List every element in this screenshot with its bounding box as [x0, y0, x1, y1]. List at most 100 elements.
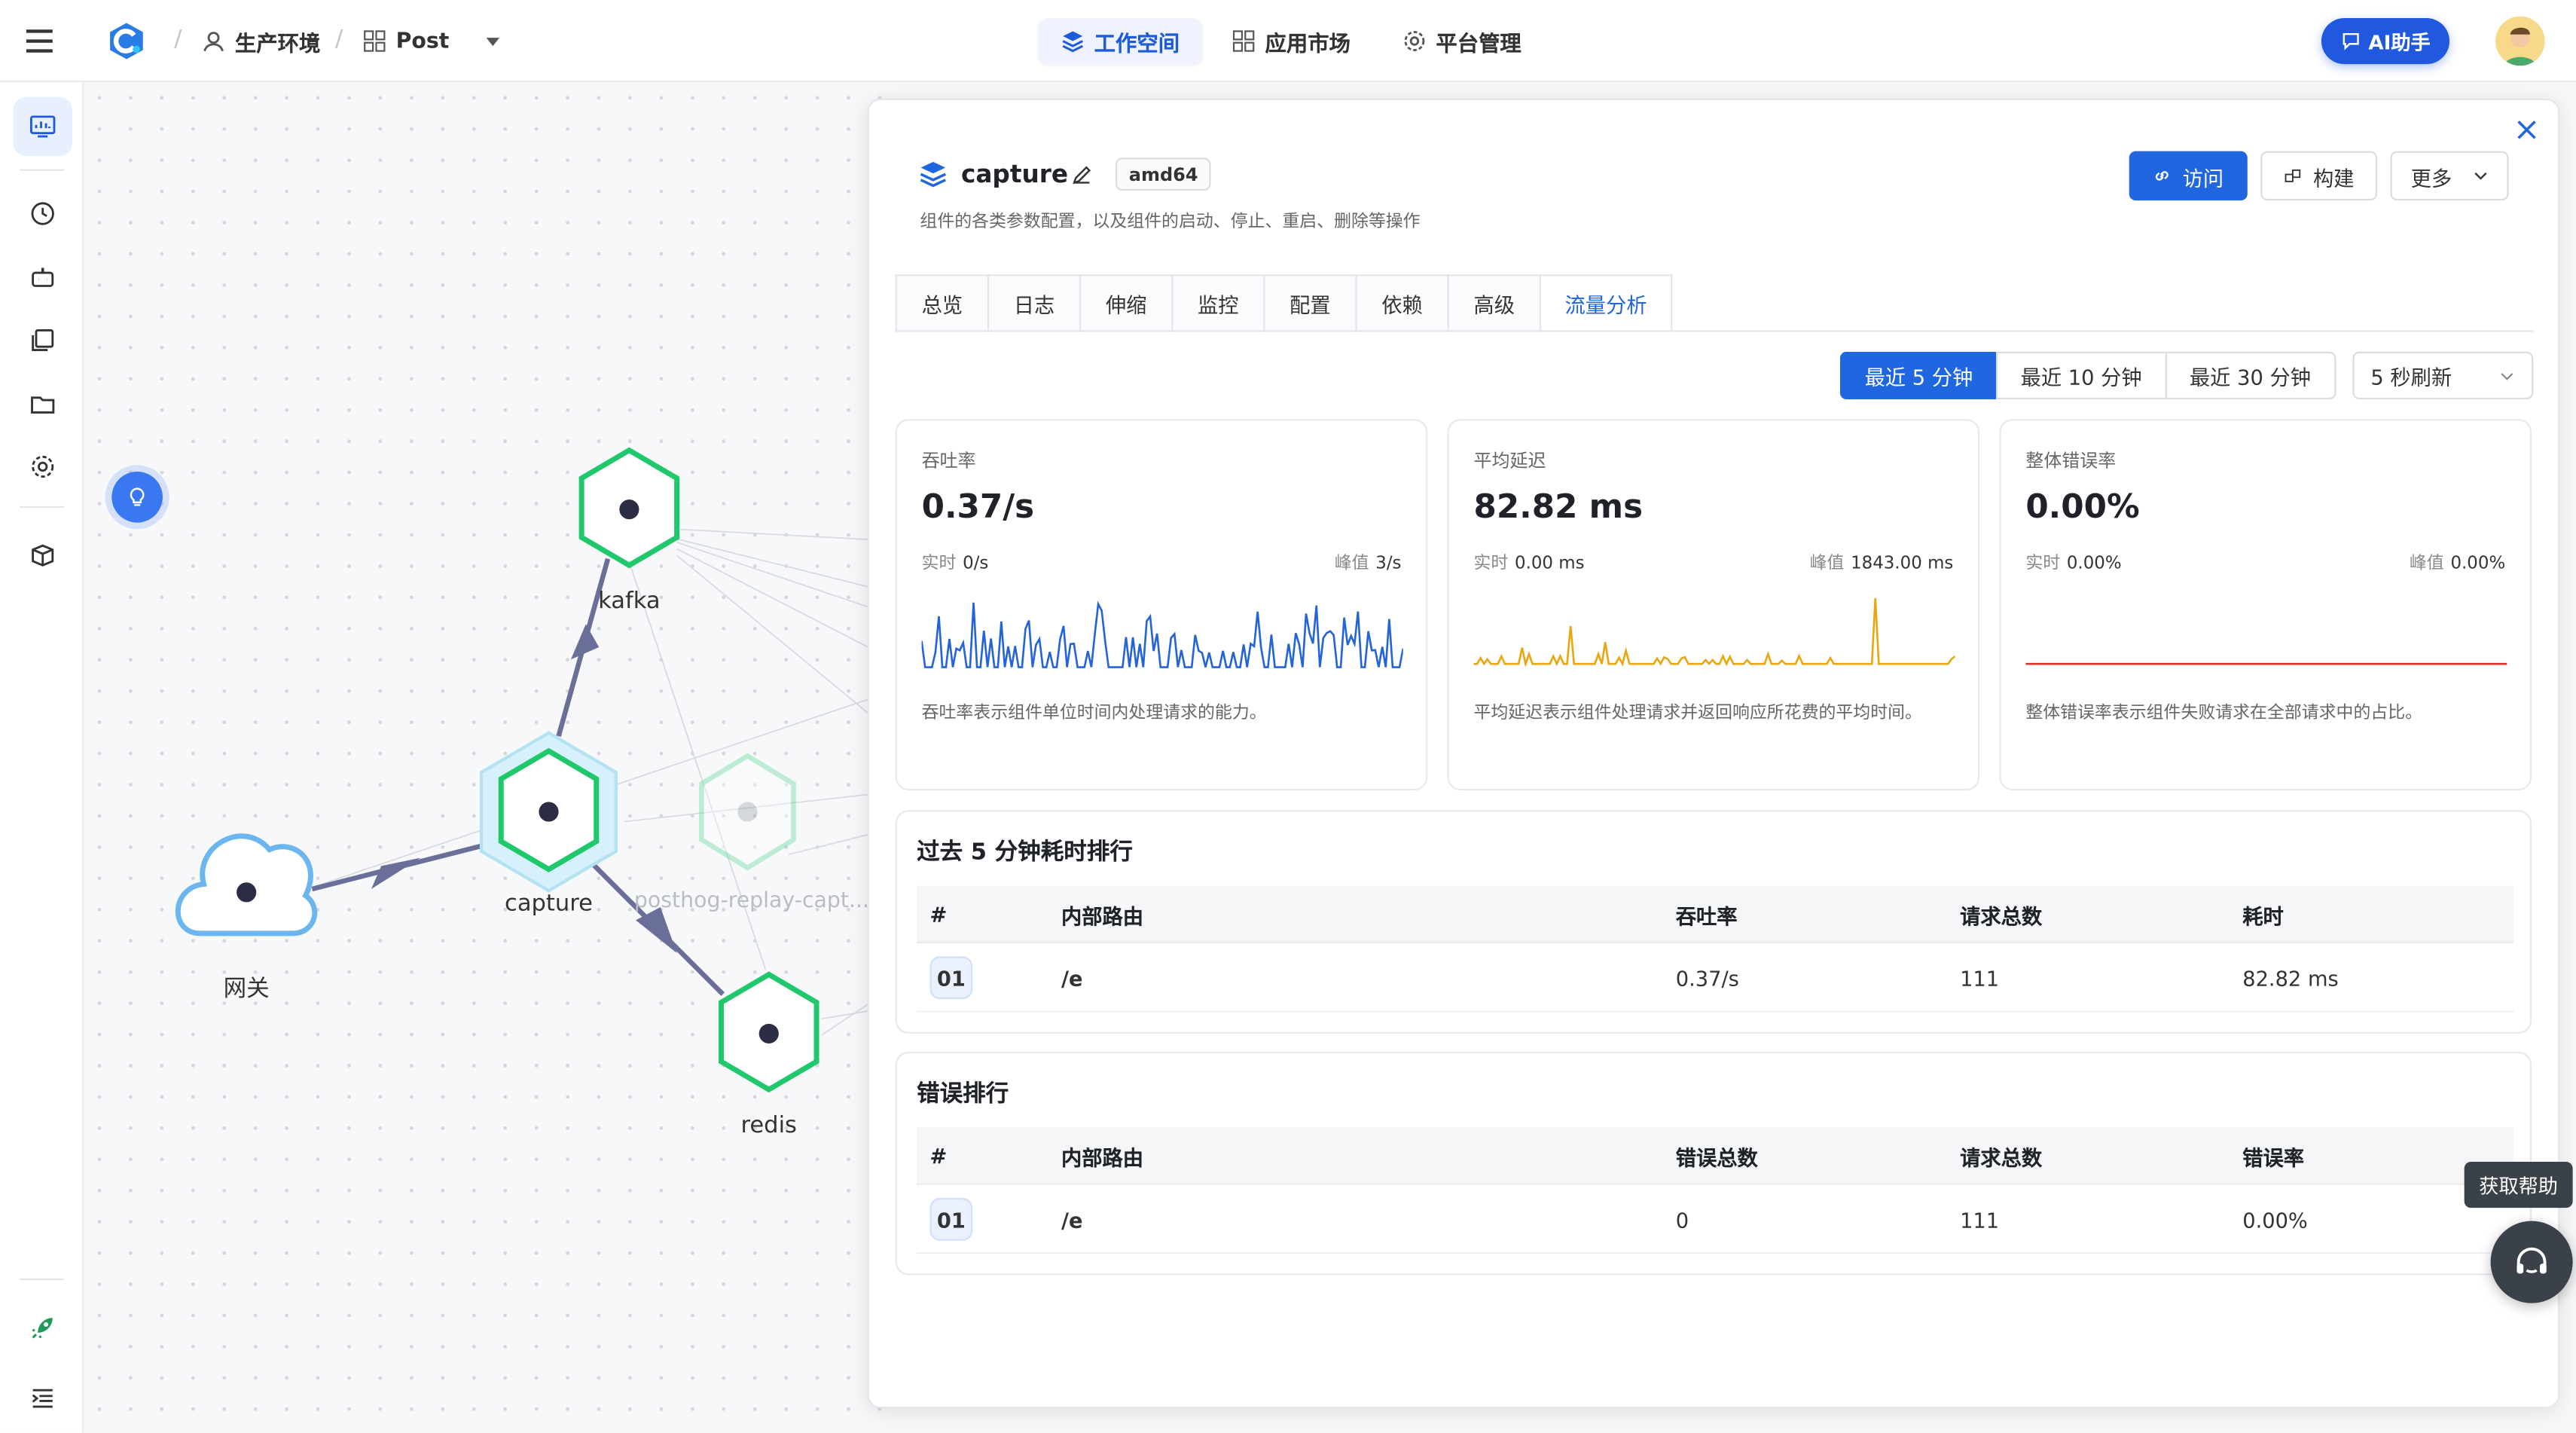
throughput-sparkline: [921, 600, 1403, 668]
nav-app-market-label: 应用市场: [1265, 32, 1351, 57]
error-ranking-title: 错误排行: [917, 1081, 1009, 1108]
node-gateway[interactable]: [175, 833, 318, 936]
metric-peak: 峰值 3/s: [1334, 554, 1402, 574]
range-5min[interactable]: 最近 5 分钟: [1839, 351, 1996, 400]
sparkline-path: [1473, 597, 1955, 668]
tab-scaling[interactable]: 伸缩: [1079, 274, 1172, 332]
range-10min[interactable]: 最近 10 分钟: [1995, 351, 2165, 400]
link-icon: [2156, 171, 2169, 181]
metric-label: 整体错误率: [2025, 450, 2117, 472]
close-icon[interactable]: [2512, 115, 2541, 145]
tab-config[interactable]: 配置: [1263, 274, 1356, 332]
metric-value: 0.37/s: [921, 486, 1035, 526]
sparkline-path: [921, 600, 1403, 668]
table-row: 01 /e 0.37/s 111 82.82 ms: [917, 943, 2514, 1013]
top-nav: 工作空间 应用市场 平台管理: [1038, 17, 1544, 65]
table-header: # 内部路由 错误总数 请求总数 错误率: [917, 1127, 2514, 1185]
column-header: 请求总数: [1960, 903, 2043, 929]
metric-realtime: 实时 0.00 ms: [1473, 554, 1585, 574]
route-cell: /e: [1061, 1207, 1083, 1232]
more-button[interactable]: 更多: [2390, 151, 2509, 201]
metric-label: 平均延迟: [1473, 450, 1546, 472]
column-header: #: [929, 1144, 948, 1169]
node-posthog-replay[interactable]: [699, 753, 796, 871]
metric-label: 吞吐率: [921, 450, 976, 472]
request-count-cell: 111: [1960, 1207, 2000, 1232]
node-label-redis: redis: [740, 1112, 797, 1139]
visit-button[interactable]: 访问: [2129, 151, 2248, 201]
column-header: 错误率: [2242, 1145, 2305, 1170]
throughput-cell: 0.37/s: [1675, 965, 1739, 991]
column-header: 请求总数: [1960, 1145, 2043, 1170]
headset-icon: [2516, 1247, 2547, 1274]
column-header: 错误总数: [1675, 1145, 1758, 1170]
visit-button-label: 访问: [2182, 165, 2224, 190]
build-icon: [2285, 169, 2301, 182]
metric-description: 吞吐率表示组件单位时间内处理请求的能力。: [921, 703, 1267, 723]
column-header: 内部路由: [1061, 1145, 1144, 1170]
tips-button[interactable]: [111, 471, 163, 523]
nav-platform-admin-label: 平台管理: [1436, 32, 1521, 57]
tab-monitor[interactable]: 监控: [1171, 274, 1264, 332]
column-header: 耗时: [2242, 903, 2284, 929]
grid-icon: [1232, 30, 1255, 52]
layers-icon: [920, 161, 946, 188]
nav-app-market[interactable]: 应用市场: [1209, 18, 1373, 64]
chat-icon: [2342, 32, 2358, 50]
gear-icon: [1404, 31, 1425, 51]
range-30min[interactable]: 最近 30 分钟: [2165, 351, 2336, 400]
error-rate-cell: 0.00%: [2242, 1207, 2308, 1232]
nav-workspace[interactable]: 工作空间: [1038, 17, 1203, 65]
metric-card-latency: 平均延迟 82.82 ms 实时 0.00 ms 峰值 1843.00 ms 平均延…: [1447, 419, 1980, 791]
column-header: #: [929, 902, 948, 927]
nav-platform-admin[interactable]: 平台管理: [1380, 18, 1544, 64]
lightbulb-icon: [130, 487, 145, 506]
refresh-interval-value: 5 秒刷新: [2370, 365, 2452, 390]
node-label-gateway: 网关: [223, 976, 270, 1003]
panel-title: capture amd64: [918, 157, 1212, 191]
component-detail-panel: capture amd64 组件的各类参数配置，以及组件的启动、停止、重启、删除…: [867, 98, 2560, 1409]
metric-card-error-rate: 整体错误率 0.00% 实时 0.00% 峰值 0.00% 整体错误率表示组件失败请…: [1999, 419, 2532, 791]
metric-description: 整体错误率表示组件失败请求在全部请求中的占比。: [2025, 703, 2423, 723]
request-count-cell: 111: [1960, 965, 2000, 991]
ai-assistant-label: AI助手: [2368, 30, 2431, 53]
latency-ranking-title: 过去 5 分钟耗时排行: [917, 839, 1133, 866]
tab-logs[interactable]: 日志: [987, 274, 1079, 332]
topology-graph: [175, 447, 920, 1093]
avatar-image: [2495, 16, 2545, 66]
rank-badge: 01: [929, 1198, 973, 1241]
tab-dependencies[interactable]: 依赖: [1355, 274, 1448, 332]
node-redis[interactable]: [719, 971, 819, 1093]
metric-peak: 峰值 0.00%: [2409, 554, 2506, 574]
metric-peak: 峰值 1843.00 ms: [1809, 554, 1954, 574]
tab-traffic-analysis[interactable]: 流量分析: [1539, 274, 1673, 332]
tab-overview[interactable]: 总览: [895, 274, 987, 332]
tab-advanced[interactable]: 高级: [1447, 274, 1540, 332]
tab-underline: [895, 330, 2534, 332]
ai-assistant-button[interactable]: AI助手: [2321, 17, 2450, 65]
avatar[interactable]: [2495, 16, 2545, 66]
panel-subtitle: 组件的各类参数配置，以及组件的启动、停止、重启、删除等操作: [920, 212, 1421, 232]
node-kafka[interactable]: [578, 447, 680, 569]
more-button-label: 更多: [2410, 165, 2452, 190]
help-tooltip: 获取帮助: [2464, 1162, 2573, 1208]
route-cell: /e: [1061, 965, 1083, 991]
table-row: 01 /e 0 111 0.00%: [917, 1185, 2514, 1254]
build-button-label: 构建: [2312, 165, 2355, 190]
help-button[interactable]: [2490, 1221, 2573, 1303]
metric-realtime: 实时 0.00%: [2025, 554, 2122, 574]
metric-realtime: 实时 0/s: [921, 554, 989, 574]
node-label-capture: capture: [505, 891, 593, 918]
chevron-down-icon: [2501, 371, 2513, 380]
nav-workspace-label: 工作空间: [1094, 32, 1180, 57]
refresh-interval-select[interactable]: 5 秒刷新: [2352, 351, 2534, 400]
app-root: / 生产环境 / Post 工作空间 应用市场 平台管理 AI助手 kafka …: [0, 0, 2576, 1433]
component-name: capture: [960, 159, 1069, 189]
build-button[interactable]: 构建: [2260, 151, 2378, 201]
metric-value: 82.82 ms: [1473, 486, 1644, 526]
error-count-cell: 0: [1675, 1207, 1689, 1232]
metric-value: 0.00%: [2025, 486, 2140, 526]
edit-icon[interactable]: [1071, 163, 1092, 185]
metric-description: 平均延迟表示组件处理请求并返回响应所花费的平均时间。: [1473, 703, 1922, 723]
column-header: 吞吐率: [1675, 903, 1738, 929]
